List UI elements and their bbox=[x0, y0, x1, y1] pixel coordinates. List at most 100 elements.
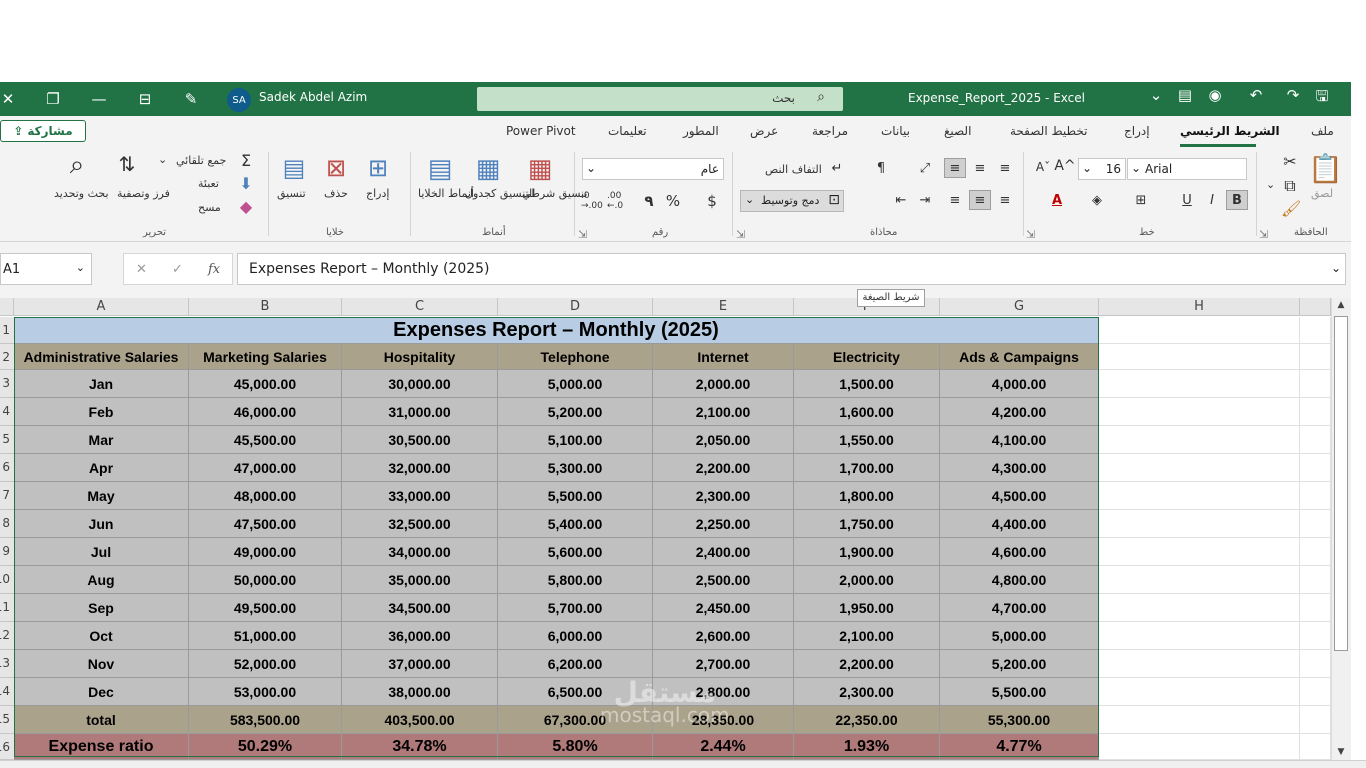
empty-cell[interactable] bbox=[1300, 317, 1331, 344]
column-title-cell[interactable]: Hospitality bbox=[342, 344, 498, 370]
value-cell[interactable]: 2,500.00 bbox=[653, 566, 794, 594]
chevron-down-icon[interactable]: ⌄ bbox=[158, 153, 167, 166]
value-cell[interactable]: 4,100.00 bbox=[940, 426, 1099, 454]
sort-filter-label[interactable]: فرز وتصفية bbox=[117, 187, 170, 200]
empty-cell[interactable] bbox=[1300, 370, 1331, 398]
value-cell[interactable]: 2,000.00 bbox=[794, 566, 940, 594]
minimize-icon[interactable]: — bbox=[77, 82, 121, 116]
formula-input[interactable]: Expenses Report – Monthly (2025) bbox=[237, 253, 1346, 285]
value-cell[interactable]: 1,800.00 bbox=[794, 482, 940, 510]
autosave-icon[interactable]: ◉ bbox=[1202, 86, 1228, 104]
enter-icon[interactable]: ✓ bbox=[172, 262, 183, 277]
month-cell[interactable]: Apr bbox=[14, 454, 189, 482]
share-button[interactable]: ⇪ مشاركة bbox=[0, 120, 86, 142]
value-cell[interactable]: 33,000.00 bbox=[342, 482, 498, 510]
column-header-g[interactable]: G bbox=[940, 298, 1099, 316]
currency-button[interactable]: $ bbox=[701, 191, 723, 211]
close-icon[interactable]: ✕ bbox=[0, 82, 30, 116]
row-header[interactable]: 4 bbox=[0, 398, 14, 426]
empty-cell[interactable] bbox=[1300, 678, 1331, 706]
font-size-select[interactable]: ⌄ 16 bbox=[1078, 158, 1126, 180]
value-cell[interactable]: 34,500.00 bbox=[342, 594, 498, 622]
increase-font-icon[interactable]: A^ bbox=[1054, 158, 1076, 174]
value-cell[interactable]: 5,400.00 bbox=[498, 510, 653, 538]
month-cell[interactable]: Jan bbox=[14, 370, 189, 398]
align-top-icon[interactable]: ≡ bbox=[994, 158, 1016, 178]
value-cell[interactable]: 2,050.00 bbox=[653, 426, 794, 454]
empty-cell[interactable] bbox=[1300, 398, 1331, 426]
value-cell[interactable]: 5,100.00 bbox=[498, 426, 653, 454]
value-cell[interactable]: 1,550.00 bbox=[794, 426, 940, 454]
value-cell[interactable]: 2,000.00 bbox=[653, 370, 794, 398]
value-cell[interactable]: 2,100.00 bbox=[653, 398, 794, 426]
empty-cell[interactable] bbox=[1099, 734, 1300, 760]
copy-dropdown-icon[interactable]: ⌄ bbox=[1266, 178, 1275, 191]
merge-center-button[interactable]: ⌄ دمج وتوسيط ⊡ bbox=[740, 190, 844, 212]
sort-filter-icon[interactable]: ⇅ bbox=[110, 152, 144, 176]
empty-cell[interactable] bbox=[1099, 344, 1300, 370]
empty-cell[interactable] bbox=[1300, 510, 1331, 538]
row-header[interactable]: 2 bbox=[0, 344, 14, 370]
total-value-cell[interactable]: 67,300.00 bbox=[498, 706, 653, 734]
clipboard-launcher-icon[interactable]: ⇲ bbox=[1259, 228, 1268, 241]
tab-view[interactable]: عرض bbox=[750, 124, 778, 138]
empty-cell[interactable] bbox=[1300, 426, 1331, 454]
value-cell[interactable]: 1,750.00 bbox=[794, 510, 940, 538]
column-header-b[interactable]: B bbox=[189, 298, 342, 316]
value-cell[interactable]: 6,500.00 bbox=[498, 678, 653, 706]
value-cell[interactable]: 5,200.00 bbox=[940, 650, 1099, 678]
conditional-formatting-icon[interactable]: ▦ bbox=[522, 154, 558, 184]
underline-button[interactable]: U bbox=[1176, 190, 1198, 210]
value-cell[interactable]: 38,000.00 bbox=[342, 678, 498, 706]
redo-icon[interactable]: ↷ bbox=[1280, 86, 1306, 104]
number-format-select[interactable]: ⌄ عام bbox=[582, 158, 724, 180]
report-title-cell[interactable]: Expenses Report – Monthly (2025) bbox=[14, 317, 1099, 344]
text-direction-icon[interactable]: ¶ bbox=[870, 158, 892, 178]
month-cell[interactable]: Feb bbox=[14, 398, 189, 426]
value-cell[interactable]: 2,300.00 bbox=[653, 482, 794, 510]
column-title-cell[interactable]: Internet bbox=[653, 344, 794, 370]
value-cell[interactable]: 5,700.00 bbox=[498, 594, 653, 622]
column-header-c[interactable]: C bbox=[342, 298, 498, 316]
eraser-icon[interactable]: ◆ bbox=[236, 197, 256, 216]
value-cell[interactable]: 2,300.00 bbox=[794, 678, 940, 706]
row-header[interactable]: 5 bbox=[0, 426, 14, 454]
format-cells-label[interactable]: تنسيق bbox=[277, 187, 306, 200]
value-cell[interactable]: 5,000.00 bbox=[498, 370, 653, 398]
fill-down-icon[interactable]: ⬇ bbox=[236, 174, 256, 193]
value-cell[interactable]: 5,500.00 bbox=[940, 678, 1099, 706]
column-header-h[interactable]: H bbox=[1099, 298, 1300, 316]
designer-pen-icon[interactable]: ✎ bbox=[169, 82, 213, 116]
column-header-e[interactable]: E bbox=[653, 298, 794, 316]
value-cell[interactable]: 30,500.00 bbox=[342, 426, 498, 454]
ratio-value-cell[interactable]: 2.44% bbox=[653, 734, 794, 760]
find-select-label[interactable]: بحث وتحديد bbox=[54, 187, 109, 200]
ratio-value-cell[interactable]: 50.29% bbox=[189, 734, 342, 760]
month-cell[interactable]: Jul bbox=[14, 538, 189, 566]
tab-page-layout[interactable]: تخطيط الصفحة bbox=[1010, 124, 1087, 138]
value-cell[interactable]: 1,950.00 bbox=[794, 594, 940, 622]
empty-cell[interactable] bbox=[1099, 650, 1300, 678]
scroll-up-icon[interactable]: ▲ bbox=[1333, 300, 1349, 310]
delete-cells-icon[interactable]: ⊠ bbox=[320, 154, 352, 182]
ratio-value-cell[interactable]: 1.93% bbox=[794, 734, 940, 760]
empty-cell[interactable] bbox=[1099, 370, 1300, 398]
value-cell[interactable]: 2,400.00 bbox=[653, 538, 794, 566]
value-cell[interactable]: 4,600.00 bbox=[940, 538, 1099, 566]
empty-cell[interactable] bbox=[1099, 454, 1300, 482]
empty-cell[interactable] bbox=[1300, 622, 1331, 650]
column-title-cell[interactable]: Marketing Salaries bbox=[189, 344, 342, 370]
empty-cell[interactable] bbox=[1099, 566, 1300, 594]
value-cell[interactable]: 5,000.00 bbox=[940, 622, 1099, 650]
row-header[interactable]: 6 bbox=[0, 454, 14, 482]
format-as-table-icon[interactable]: ▦ bbox=[470, 154, 506, 184]
empty-cell[interactable] bbox=[1099, 622, 1300, 650]
empty-cell[interactable] bbox=[1099, 706, 1300, 734]
row-header[interactable]: 12 bbox=[0, 622, 14, 650]
font-color-icon[interactable]: A bbox=[1046, 190, 1068, 210]
column-title-cell[interactable]: Ads & Campaigns bbox=[940, 344, 1099, 370]
align-right-icon[interactable]: ≡ bbox=[994, 190, 1016, 210]
value-cell[interactable]: 1,500.00 bbox=[794, 370, 940, 398]
value-cell[interactable]: 2,450.00 bbox=[653, 594, 794, 622]
insert-function-icon[interactable]: fx bbox=[208, 262, 220, 277]
